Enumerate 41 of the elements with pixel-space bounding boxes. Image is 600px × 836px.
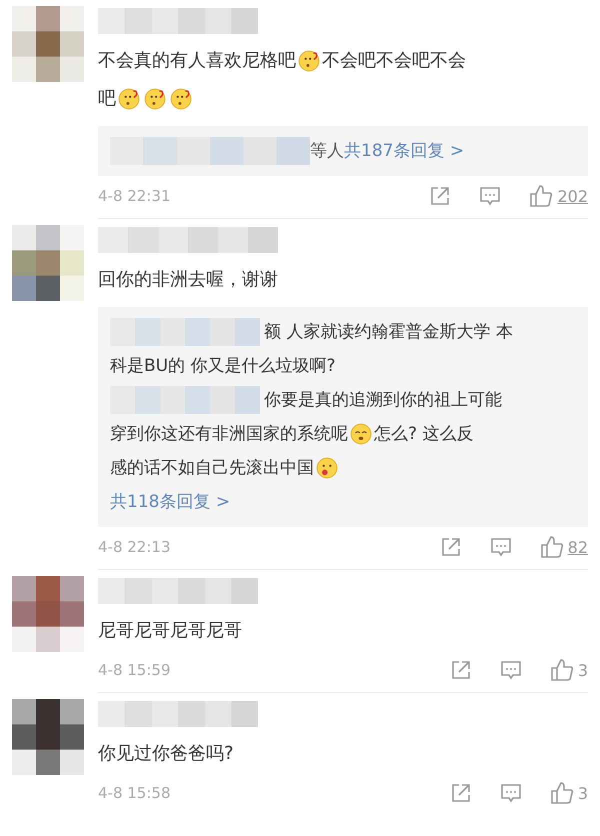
comment-text: 科是BU的 你又是什么垃圾啊? [110,355,336,378]
emoji-icon [144,88,166,110]
comment-text: 不会真的有人喜欢尼格吧 [98,49,296,73]
comment-icon[interactable] [500,782,522,804]
like-count: 3 [578,784,588,802]
share-icon[interactable] [450,659,472,681]
share-icon[interactable] [429,185,452,207]
timestamp: 4-8 22:31 [98,187,172,205]
emoji-icon [170,88,192,110]
reply-users-text: 等人 [310,140,344,163]
comment-text: 怎么? 这么反 [374,423,474,446]
more-replies-link[interactable]: 共118条回复 > [110,485,230,519]
share-icon[interactable] [450,782,472,804]
like-count: 3 [578,660,588,680]
emoji-icon [350,423,372,445]
comment-text: 额 人家就读约翰霍普金斯大学 本 [264,321,513,344]
comment-text: 你见过你爸爸吗? [98,742,234,766]
thumbs-up-icon[interactable] [529,184,554,208]
emoji-icon [316,457,338,479]
comment-text: 你要是真的追溯到你的祖上可能 [264,389,502,412]
thumbs-up-icon[interactable] [550,658,574,682]
comment-icon[interactable] [490,536,512,558]
comment-text: 感的话不如自己先滚出中国 [110,457,314,480]
comment-text: 尼哥尼哥尼哥尼哥 [98,619,242,643]
emoji-icon [298,50,320,72]
comment-text: 穿到你这还有非洲国家的系统呢 [110,423,348,446]
share-icon[interactable] [440,536,462,558]
thumbs-up-icon[interactable] [540,535,564,559]
timestamp: 4-8 15:58 [98,784,172,802]
timestamp: 4-8 22:13 [98,538,172,556]
comment-icon[interactable] [500,659,522,681]
like-count: 82 [568,538,588,556]
thumbs-up-icon[interactable] [550,781,574,805]
comment-text: 吧 [98,87,116,111]
more-replies-link[interactable]: 共187条回复 > [344,134,464,168]
comment-text: 不会吧不会吧不会 [322,49,466,73]
comment-text: 回你的非洲去喔，谢谢 [98,268,278,292]
like-count: 202 [557,186,588,206]
comment-icon[interactable] [479,185,502,207]
timestamp: 4-8 15:59 [98,661,172,679]
emoji-icon [118,88,140,110]
